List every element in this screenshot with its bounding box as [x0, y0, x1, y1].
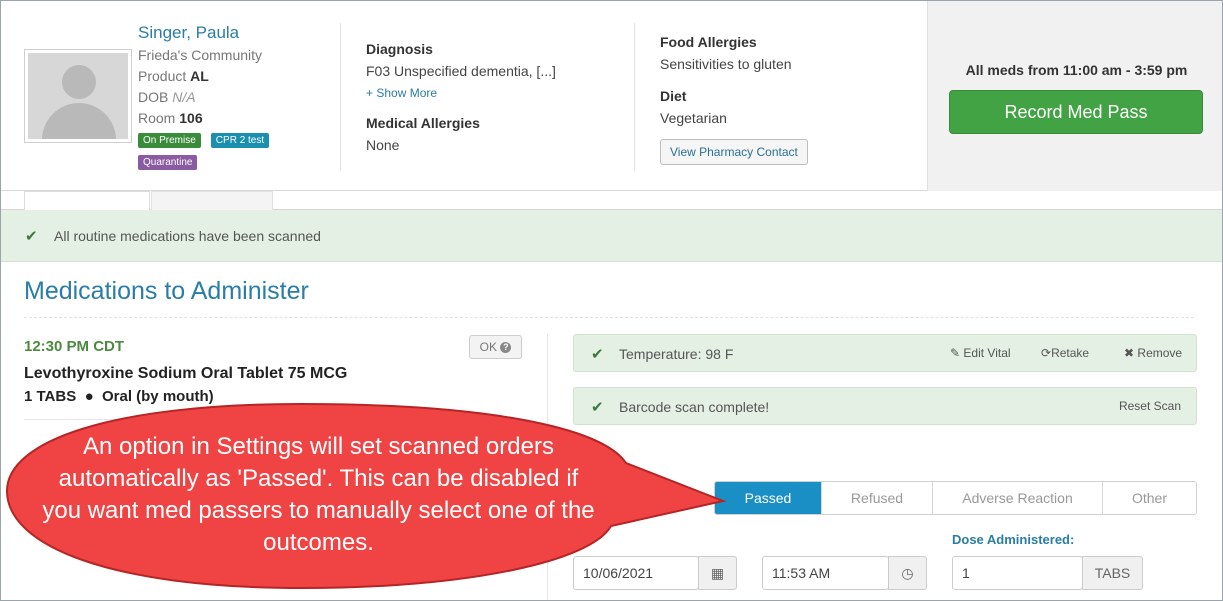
tab-secondary[interactable] [151, 191, 273, 210]
barcode-scan-alert: ✔ Barcode scan complete! Reset Scan [573, 387, 1197, 425]
ok-button[interactable]: OK ? [469, 335, 522, 359]
community-name: Frieda's Community [138, 47, 263, 63]
view-pharmacy-contact-button[interactable]: View Pharmacy Contact [660, 139, 808, 165]
tab-active[interactable] [24, 191, 150, 210]
show-more-link[interactable]: + Show More [366, 86, 556, 100]
record-med-pass-button[interactable]: Record Med Pass [949, 90, 1203, 134]
medication-name: Levothyroxine Sodium Oral Tablet 75 MCG [24, 365, 348, 382]
edit-vital-link[interactable]: ✎ Edit Vital [950, 346, 1011, 360]
avatar [24, 49, 132, 143]
med-pass-panel: All meds from 11:00 am - 3:59 pm Record … [927, 1, 1222, 191]
diet-value: Vegetarian [660, 110, 727, 126]
med-window-text: All meds from 11:00 am - 3:59 pm [965, 62, 1188, 78]
outcome-other-button[interactable]: Other [1103, 482, 1196, 514]
medical-allergies-label: Medical Allergies [366, 115, 480, 131]
clock-icon[interactable]: ◷ [888, 556, 927, 590]
patient-name[interactable]: Singer, Paula [138, 22, 269, 44]
scan-complete-alert: ✔ All routine medications have been scan… [1, 210, 1222, 262]
calendar-icon[interactable]: ▦ [698, 556, 737, 590]
outcome-adverse-reaction-button[interactable]: Adverse Reaction [933, 482, 1103, 514]
outcome-passed-button[interactable]: Passed [715, 482, 822, 514]
check-icon: ✔ [591, 399, 604, 416]
dose-unit: TABS [1082, 556, 1143, 590]
medical-allergies-value: None [366, 137, 400, 153]
divider [24, 419, 529, 420]
close-icon: ✖ [1124, 346, 1135, 360]
remove-link[interactable]: ✖ Remove [1124, 346, 1182, 360]
badge-on-premise: On Premise [138, 133, 201, 148]
tab-strip [1, 191, 1222, 210]
refresh-icon: ⟳ [1041, 346, 1052, 360]
dose-administered-label: Dose Administered: [952, 532, 1075, 547]
dose-input[interactable]: 1 [952, 556, 1083, 590]
product-value: AL [190, 68, 209, 84]
vital-text: Temperature: 98 F [619, 346, 734, 362]
room-row: Room 106 [138, 110, 203, 126]
allergies-column: Food Allergies Sensitivities to gluten D… [660, 33, 808, 165]
divider [24, 317, 1194, 318]
food-allergies-label: Food Allergies [660, 34, 757, 50]
callout-text: An option in Settings will set scanned o… [42, 433, 595, 556]
date-input[interactable]: 10/06/2021 [573, 556, 699, 590]
room-value: 106 [179, 110, 203, 126]
outcome-selector: Passed Refused Adverse Reaction Other [714, 481, 1197, 515]
dob-row: DOB N/A [138, 89, 196, 105]
app-window: Singer, Paula Frieda's Community Product… [0, 0, 1223, 601]
pencil-icon: ✎ [950, 346, 961, 360]
scan-text: Barcode scan complete! [619, 399, 770, 415]
outcome-refused-button[interactable]: Refused [822, 482, 933, 514]
diagnosis-value: F03 Unspecified dementia, [...] [366, 63, 556, 79]
alert-text: All routine medications have been scanne… [54, 228, 321, 244]
avatar-placeholder-icon [28, 53, 128, 139]
badge-quarantine: Quarantine [138, 155, 198, 170]
page-title: Medications to Administer [24, 277, 309, 305]
mark-as-label: As: [596, 457, 617, 472]
divider [634, 23, 635, 171]
retake-link[interactable]: ⟳Retake [1041, 346, 1089, 360]
check-icon: ✔ [591, 346, 604, 363]
medication-dose-route: 1 TABS ● Oral (by mouth) [24, 388, 214, 405]
med-time: 12:30 PM CDT [24, 338, 125, 355]
food-allergies-value: Sensitivities to gluten [660, 56, 792, 72]
vital-alert: ✔ Temperature: 98 F ✎ Edit Vital ⟳Retake… [573, 334, 1197, 372]
reset-scan-link[interactable]: Reset Scan [1119, 399, 1181, 413]
badge-cpr: CPR 2 test [210, 133, 270, 148]
diagnosis-column: Diagnosis F03 Unspecified dementia, [...… [366, 40, 556, 154]
help-icon: ? [500, 342, 512, 354]
patient-info: Singer, Paula Frieda's Community Product… [138, 22, 270, 170]
check-icon: ✔ [25, 228, 38, 245]
diagnosis-label: Diagnosis [366, 41, 433, 57]
dob-value: N/A [172, 89, 196, 105]
patient-header: Singer, Paula Frieda's Community Product… [1, 1, 1222, 191]
product-row: Product AL [138, 68, 209, 84]
divider [340, 23, 341, 171]
time-input[interactable]: 11:53 AM [762, 556, 889, 590]
diet-label: Diet [660, 88, 687, 104]
